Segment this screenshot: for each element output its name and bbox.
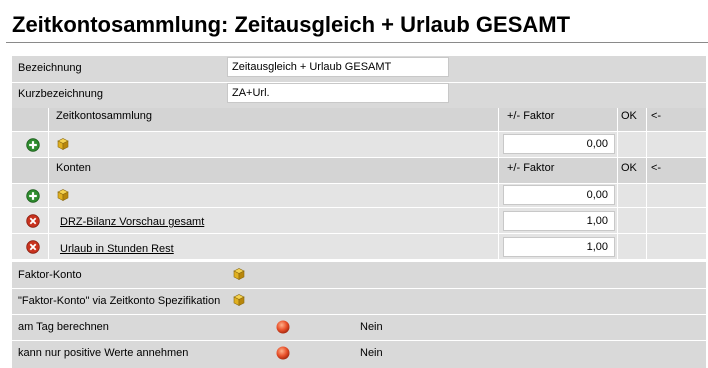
faktor-column-header: +/- Faktor (507, 110, 555, 122)
delete-icon[interactable] (26, 240, 40, 254)
konten-new-faktor-input[interactable] (503, 185, 615, 205)
red-dot-icon[interactable] (276, 346, 290, 360)
red-dot-icon[interactable] (276, 320, 290, 334)
am-tag-value: Nein (360, 321, 383, 333)
konten-back-column-header: <- (651, 162, 662, 174)
divider (12, 288, 706, 289)
column-separator (646, 108, 647, 260)
kurzbezeichnung-field[interactable] (227, 83, 449, 103)
zeitkontosammlung-header-label: Zeitkontosammlung (56, 110, 152, 122)
column-separator (48, 108, 49, 260)
nur-positiv-label: kann nur positive Werte annehmen (18, 347, 189, 359)
nur-positiv-value: Nein (360, 347, 383, 359)
divider (12, 314, 706, 315)
zeitkontosammlung-faktor-input[interactable] (503, 134, 615, 154)
column-separator (617, 108, 618, 260)
ok-column-header: OK (621, 110, 637, 122)
konto-link[interactable]: DRZ-Bilanz Vorschau gesamt (60, 216, 204, 228)
page-title: Zeitkontosammlung: Zeitausgleich + Urlau… (12, 12, 571, 37)
cube-icon[interactable] (232, 267, 246, 281)
konto-faktor-input[interactable] (503, 237, 615, 257)
faktor-konto-spez-label: "Faktor-Konto" via Zeitkonto Spezifikati… (18, 295, 221, 307)
konten-header (12, 158, 706, 184)
kurzbezeichnung-label: Kurzbezeichnung (18, 88, 104, 100)
konten-header-label: Konten (56, 162, 91, 174)
am-tag-label: am Tag berechnen (18, 321, 109, 333)
cube-icon[interactable] (56, 137, 70, 151)
faktor-konto-label: Faktor-Konto (18, 269, 82, 281)
konto-link[interactable]: Urlaub in Stunden Rest (60, 243, 174, 255)
bezeichnung-label: Bezeichnung (18, 62, 82, 74)
column-separator (498, 108, 499, 260)
cube-icon[interactable] (56, 188, 70, 202)
title-divider (6, 42, 708, 43)
divider (12, 340, 706, 341)
konto-faktor-input[interactable] (503, 211, 615, 231)
add-icon[interactable] (26, 189, 40, 203)
add-icon[interactable] (26, 138, 40, 152)
konten-ok-column-header: OK (621, 162, 637, 174)
delete-icon[interactable] (26, 214, 40, 228)
konten-faktor-column-header: +/- Faktor (507, 162, 555, 174)
cube-icon[interactable] (232, 293, 246, 307)
bezeichnung-field[interactable] (227, 57, 449, 77)
back-column-header: <- (651, 110, 662, 122)
